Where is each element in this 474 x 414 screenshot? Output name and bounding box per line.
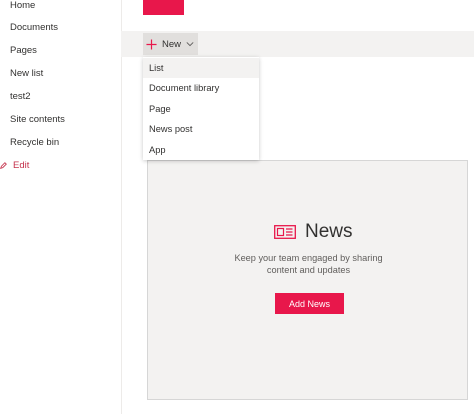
new-button[interactable]: New <box>143 33 198 55</box>
new-menu-item-app[interactable]: App <box>143 140 259 160</box>
nav-item-pages[interactable]: Pages <box>10 45 37 56</box>
nav-item-recycle-bin[interactable]: Recycle bin <box>10 137 59 148</box>
plus-icon <box>146 38 157 50</box>
news-icon <box>274 225 296 239</box>
pencil-icon <box>0 162 7 169</box>
news-description-line1: Keep your team engaged by sharing <box>234 253 383 263</box>
nav-edit-label: Edit <box>13 160 30 171</box>
new-menu-item-page[interactable]: Page <box>143 99 259 119</box>
new-menu-item-list[interactable]: List <box>143 58 259 78</box>
new-menu-item-news-post[interactable]: News post <box>143 119 259 139</box>
nav-edit-link[interactable]: Edit <box>0 160 29 171</box>
new-button-label: New <box>162 38 182 50</box>
news-description-line2: content and updates <box>266 265 351 275</box>
header-accent-tile <box>143 0 184 15</box>
news-description: Keep your team engaged by sharing conten… <box>148 252 469 276</box>
news-webpart: News Keep your team engaged by sharing c… <box>147 160 468 400</box>
add-news-button[interactable]: Add News <box>275 293 344 314</box>
left-navigation: Home Documents Pages New list test2 Site… <box>0 0 122 414</box>
news-title: News <box>305 221 353 242</box>
nav-item-test2[interactable]: test2 <box>10 91 31 102</box>
new-menu: List Document library Page News post App <box>143 57 259 160</box>
nav-item-documents[interactable]: Documents <box>10 22 58 33</box>
nav-item-home[interactable]: Home <box>10 0 35 11</box>
news-header: News <box>274 221 353 243</box>
nav-item-new-list[interactable]: New list <box>10 68 43 79</box>
chevron-down-icon <box>186 42 194 47</box>
nav-item-site-contents[interactable]: Site contents <box>10 114 65 125</box>
new-menu-item-document-library[interactable]: Document library <box>143 78 259 98</box>
